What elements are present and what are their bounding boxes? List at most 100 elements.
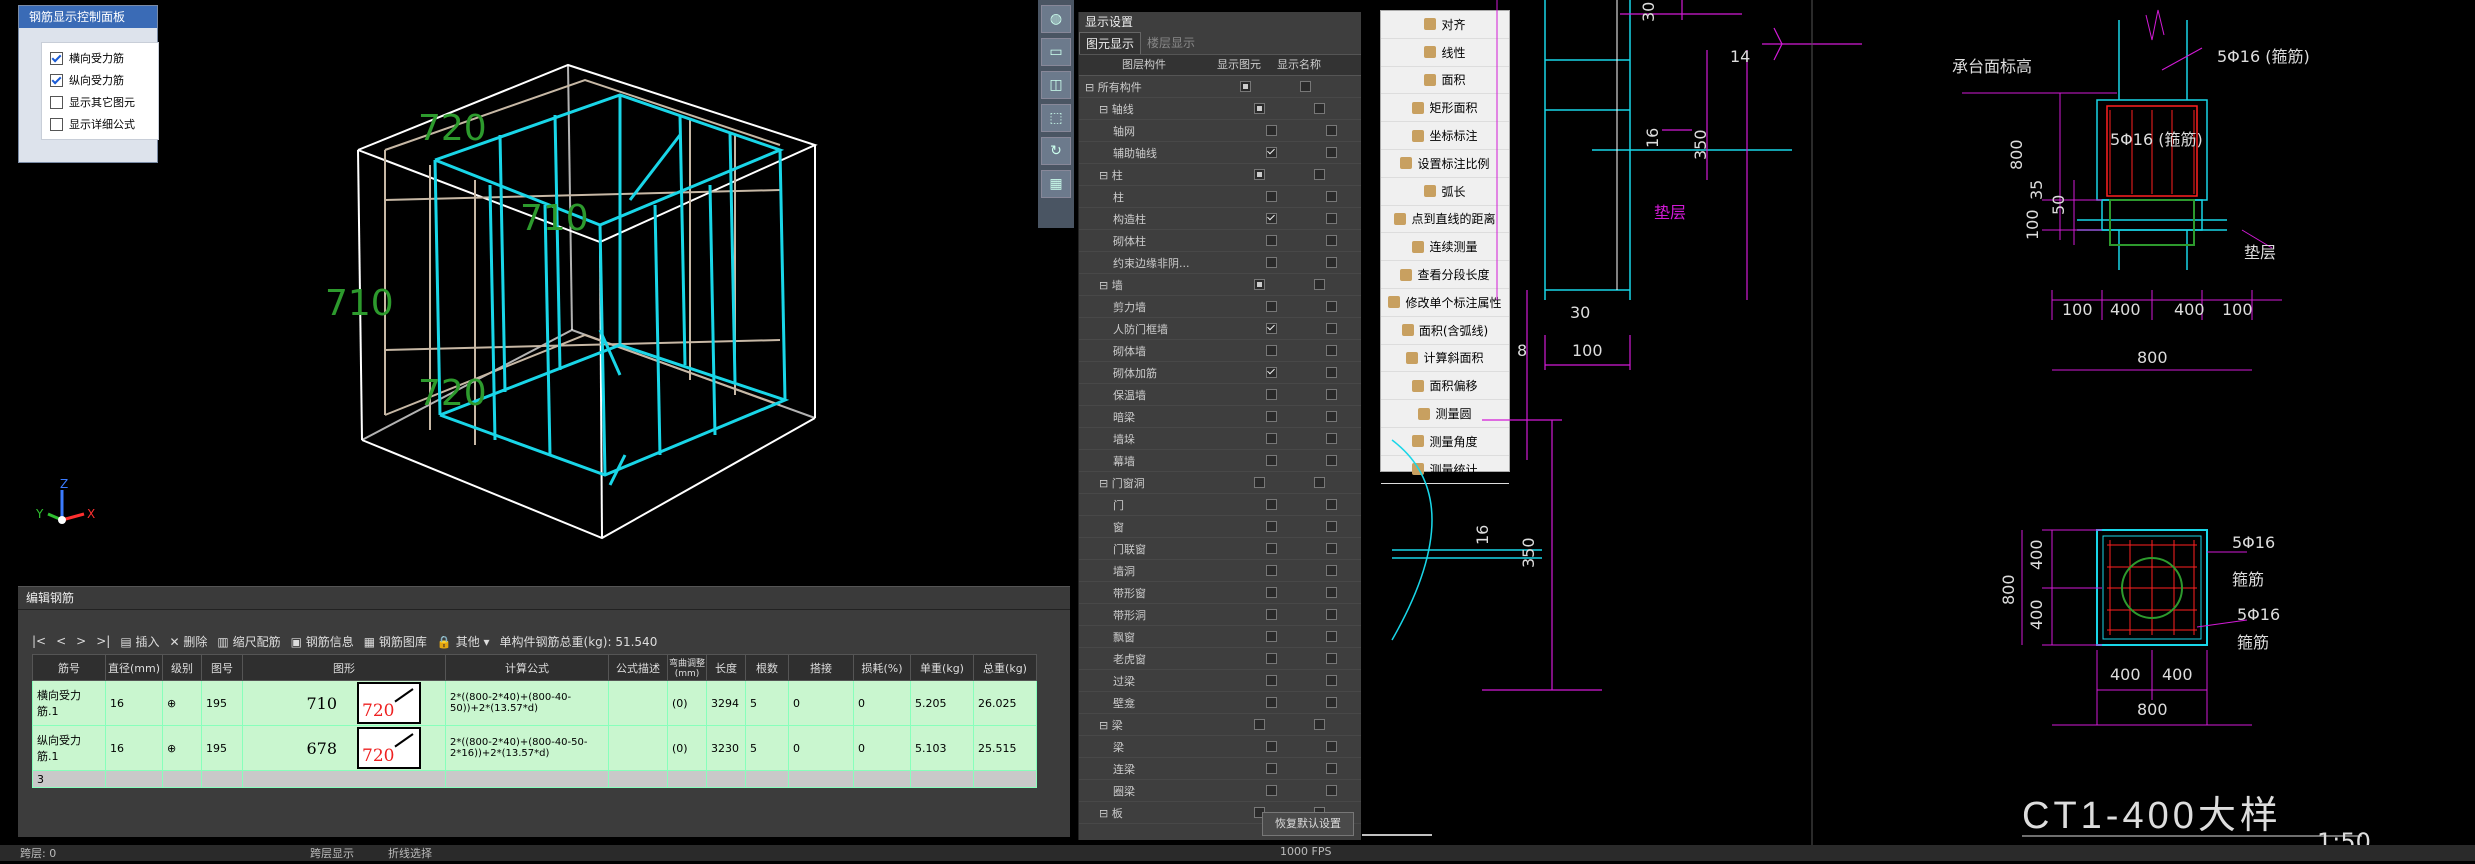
checkbox[interactable] xyxy=(1325,389,1337,400)
last-icon[interactable]: >| xyxy=(96,634,110,648)
checkbox[interactable] xyxy=(1325,697,1337,708)
display-row[interactable]: 墙洞 xyxy=(1079,560,1361,582)
insert-button[interactable]: ▤ 插入 xyxy=(120,633,159,650)
checkbox[interactable] xyxy=(1266,367,1278,378)
display-row[interactable]: 带形洞 xyxy=(1079,604,1361,626)
checkbox[interactable] xyxy=(1325,631,1337,642)
display-row[interactable]: 柱 xyxy=(1079,186,1361,208)
option-vertical-rebar[interactable]: 纵向受力筋 xyxy=(42,69,158,91)
cad-drawing[interactable]: 30 14 16 350 垫层 30 100 8 16 350 承台面标高 5Φ… xyxy=(1362,0,2475,861)
checkbox[interactable] xyxy=(1325,323,1337,334)
expand-toggle-icon[interactable]: ⊟ xyxy=(1099,807,1112,820)
display-row[interactable]: 老虎窗 xyxy=(1079,648,1361,670)
checkbox[interactable] xyxy=(1325,741,1337,752)
table-row[interactable]: 纵向受力筋.1 16 ⊕ 195 678 720 2*((800-2*40)+(… xyxy=(32,725,1037,771)
display-row[interactable]: 墙垛 xyxy=(1079,428,1361,450)
checkbox[interactable] xyxy=(1313,719,1325,730)
display-row[interactable]: ⊟ 墙 xyxy=(1079,274,1361,296)
display-row[interactable]: 人防门框墙 xyxy=(1079,318,1361,340)
expand-toggle-icon[interactable]: ⊟ xyxy=(1099,169,1112,182)
checkbox[interactable] xyxy=(50,51,63,65)
checkbox[interactable] xyxy=(1266,565,1278,576)
checkbox[interactable] xyxy=(1266,235,1278,246)
checkbox[interactable] xyxy=(1325,763,1337,774)
checkbox[interactable] xyxy=(1266,301,1278,312)
checkbox[interactable] xyxy=(1313,103,1325,114)
display-row[interactable]: 约束边缘非阴... xyxy=(1079,252,1361,274)
checkbox[interactable] xyxy=(1325,675,1337,686)
checkbox[interactable] xyxy=(1266,631,1278,642)
checkbox[interactable] xyxy=(1253,103,1265,114)
display-row[interactable]: 辅助轴线 xyxy=(1079,142,1361,164)
checkbox[interactable] xyxy=(1325,411,1337,422)
delete-button[interactable]: ✕ 删除 xyxy=(170,633,208,650)
display-row[interactable]: 飘窗 xyxy=(1079,626,1361,648)
checkbox[interactable] xyxy=(1325,499,1337,510)
checkbox[interactable] xyxy=(1325,433,1337,444)
display-row[interactable]: 砌体柱 xyxy=(1079,230,1361,252)
checkbox[interactable] xyxy=(1266,147,1278,158)
checkbox[interactable] xyxy=(1325,257,1337,268)
checkbox[interactable] xyxy=(1266,499,1278,510)
checkbox[interactable] xyxy=(1266,785,1278,796)
checkbox[interactable] xyxy=(1266,191,1278,202)
display-row[interactable]: ⊟ 柱 xyxy=(1079,164,1361,186)
display-row[interactable]: 壁龛 xyxy=(1079,692,1361,714)
display-row[interactable]: 窗 xyxy=(1079,516,1361,538)
table-row[interactable]: 横向受力筋.1 16 ⊕ 195 710 720 2*((800-2*40)+(… xyxy=(32,680,1037,726)
other-button[interactable]: 🔒 其他 ▾ xyxy=(437,633,490,650)
display-row[interactable]: ⊟ 门窗洞 xyxy=(1079,472,1361,494)
option-show-formula[interactable]: 显示详细公式 xyxy=(42,113,158,135)
display-row[interactable]: 梁 xyxy=(1079,736,1361,758)
display-row[interactable]: 连梁 xyxy=(1079,758,1361,780)
checkbox[interactable] xyxy=(1299,81,1311,92)
table-icon[interactable]: ▦ xyxy=(1041,170,1071,198)
tab-floor-display[interactable]: 楼层显示 xyxy=(1141,32,1201,54)
shape-diagram[interactable]: 720 xyxy=(357,727,421,769)
checkbox[interactable] xyxy=(1325,543,1337,554)
checkbox[interactable] xyxy=(1325,565,1337,576)
checkbox[interactable] xyxy=(50,117,63,131)
checkbox[interactable] xyxy=(50,95,63,109)
checkbox[interactable] xyxy=(1325,785,1337,796)
checkbox[interactable] xyxy=(1266,521,1278,532)
checkbox[interactable] xyxy=(1325,147,1337,158)
display-row[interactable]: ⊟ 梁 xyxy=(1079,714,1361,736)
checkbox[interactable] xyxy=(1239,81,1251,92)
display-row[interactable]: 过梁 xyxy=(1079,670,1361,692)
rebar-info-button[interactable]: ▣ 钢筋信息 xyxy=(291,633,354,650)
checkbox[interactable] xyxy=(1325,213,1337,224)
display-row[interactable]: 门 xyxy=(1079,494,1361,516)
restore-defaults-button[interactable]: 恢复默认设置 xyxy=(1262,812,1354,836)
checkbox[interactable] xyxy=(1266,433,1278,444)
checkbox[interactable] xyxy=(1325,609,1337,620)
checkbox[interactable] xyxy=(1325,301,1337,312)
option-show-other[interactable]: 显示其它图元 xyxy=(42,91,158,113)
prev-icon[interactable]: < xyxy=(56,634,66,648)
display-row[interactable]: 剪力墙 xyxy=(1079,296,1361,318)
checkbox[interactable] xyxy=(1253,279,1265,290)
checkbox[interactable] xyxy=(1325,125,1337,136)
shape-diagram[interactable]: 720 xyxy=(357,682,421,724)
checkbox[interactable] xyxy=(1266,345,1278,356)
checkbox[interactable] xyxy=(1266,763,1278,774)
checkbox[interactable] xyxy=(1325,191,1337,202)
checkbox[interactable] xyxy=(1313,279,1325,290)
display-row[interactable]: 门联窗 xyxy=(1079,538,1361,560)
checkbox[interactable] xyxy=(1266,389,1278,400)
rotate-icon[interactable]: ↻ xyxy=(1041,137,1071,165)
option-horizontal-rebar[interactable]: 横向受力筋 xyxy=(42,47,158,69)
display-row[interactable]: 砌体加筋 xyxy=(1079,362,1361,384)
first-icon[interactable]: |< xyxy=(32,634,46,648)
display-row[interactable]: 保温墙 xyxy=(1079,384,1361,406)
checkbox[interactable] xyxy=(1266,455,1278,466)
checkbox[interactable] xyxy=(1325,367,1337,378)
checkbox[interactable] xyxy=(1266,213,1278,224)
expand-toggle-icon[interactable]: ⊟ xyxy=(1099,719,1112,732)
window-icon[interactable]: ◫ xyxy=(1041,71,1071,99)
checkbox[interactable] xyxy=(1253,477,1265,488)
display-row[interactable]: 砌体墙 xyxy=(1079,340,1361,362)
checkbox[interactable] xyxy=(1266,543,1278,554)
checkbox[interactable] xyxy=(1313,169,1325,180)
checkbox[interactable] xyxy=(1266,653,1278,664)
